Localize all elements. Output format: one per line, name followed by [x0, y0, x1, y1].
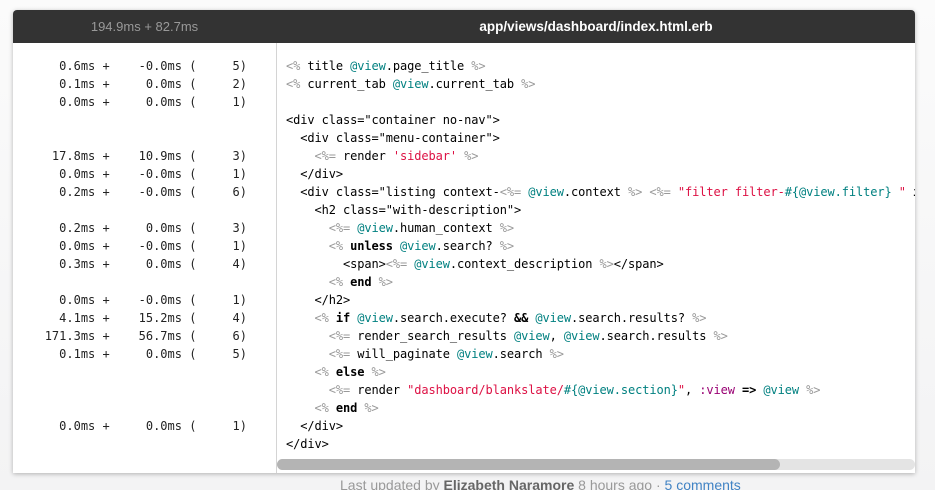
code-content: <% title @view.page_title %><% current_t… [286, 57, 915, 453]
timing-row: 0.0ms + -0.0ms ( 1) [13, 165, 247, 183]
timing-row [13, 129, 247, 147]
footer-author: Elizabeth Naramore [444, 477, 575, 490]
footer-prefix: Last updated by [340, 477, 444, 490]
timing-row [13, 381, 247, 399]
profiled-file-card: 194.9ms + 82.7ms app/views/dashboard/ind… [13, 10, 915, 473]
file-body: 0.6ms + -0.0ms ( 5) 0.1ms + 0.0ms ( 2) 0… [13, 43, 915, 473]
code-line: <span><%= @view.context_description %></… [286, 255, 915, 273]
timing-row [13, 399, 247, 417]
code-panel: <% title @view.page_title %><% current_t… [277, 43, 915, 473]
timing-row: 0.0ms + 0.0ms ( 1) [13, 417, 247, 435]
timing-column: 0.6ms + -0.0ms ( 5) 0.1ms + 0.0ms ( 2) 0… [13, 43, 276, 473]
timing-row [13, 273, 247, 291]
timing-row [13, 363, 247, 381]
timing-row: 0.3ms + 0.0ms ( 4) [13, 255, 247, 273]
code-line: <% end %> [286, 399, 915, 417]
total-timing-label: 194.9ms + 82.7ms [13, 10, 276, 43]
file-header: 194.9ms + 82.7ms app/views/dashboard/ind… [13, 10, 915, 43]
code-line: </h2> [286, 291, 915, 309]
code-line: </div> [286, 165, 915, 183]
code-line [286, 93, 915, 111]
code-line: <h2 class="with-description"> [286, 201, 915, 219]
timing-row: 17.8ms + 10.9ms ( 3) [13, 147, 247, 165]
horizontal-scrollbar-thumb[interactable] [277, 459, 780, 470]
timing-row: 0.1ms + 0.0ms ( 5) [13, 345, 247, 363]
code-line: <% end %> [286, 273, 915, 291]
code-line: <div class="container no-nav"> [286, 111, 915, 129]
timing-row: 0.1ms + 0.0ms ( 2) [13, 75, 247, 93]
code-line: <% current_tab @view.current_tab %> [286, 75, 915, 93]
timing-row: 0.0ms + -0.0ms ( 1) [13, 237, 247, 255]
code-line: <% if @view.search.execute? && @view.sea… [286, 309, 915, 327]
code-line: </div> [286, 417, 915, 435]
code-line: <div class="menu-container"> [286, 129, 915, 147]
code-line: <% unless @view.search? %> [286, 237, 915, 255]
footer-time: 8 hours ago [574, 477, 652, 490]
last-updated-footer: Last updated by Elizabeth Naramore 8 hou… [340, 477, 741, 490]
code-line: </div> [286, 435, 915, 453]
timing-row: 0.0ms + -0.0ms ( 1) [13, 291, 247, 309]
timing-row: 0.2ms + 0.0ms ( 3) [13, 219, 247, 237]
code-line: <% else %> [286, 363, 915, 381]
timing-row [13, 111, 247, 129]
footer-separator: · [652, 477, 664, 490]
timing-row: 4.1ms + 15.2ms ( 4) [13, 309, 247, 327]
timing-row [13, 201, 247, 219]
comments-link[interactable]: 5 comments [665, 477, 741, 490]
timing-row [13, 435, 247, 453]
timing-row: 0.2ms + -0.0ms ( 6) [13, 183, 247, 201]
code-line: <%= render "dashboard/blankslate/#{@view… [286, 381, 915, 399]
file-path-label: app/views/dashboard/index.html.erb [277, 10, 915, 43]
code-line: <%= will_paginate @view.search %> [286, 345, 915, 363]
code-line: <div class="listing context-<%= @view.co… [286, 183, 915, 201]
code-line: <%= render_search_results @view, @view.s… [286, 327, 915, 345]
timing-row: 171.3ms + 56.7ms ( 6) [13, 327, 247, 345]
horizontal-scrollbar-track[interactable] [277, 459, 915, 470]
timing-row: 0.6ms + -0.0ms ( 5) [13, 57, 247, 75]
code-line: <%= render 'sidebar' %> [286, 147, 915, 165]
code-line: <% title @view.page_title %> [286, 57, 915, 75]
code-line: <%= @view.human_context %> [286, 219, 915, 237]
timing-row: 0.0ms + 0.0ms ( 1) [13, 93, 247, 111]
